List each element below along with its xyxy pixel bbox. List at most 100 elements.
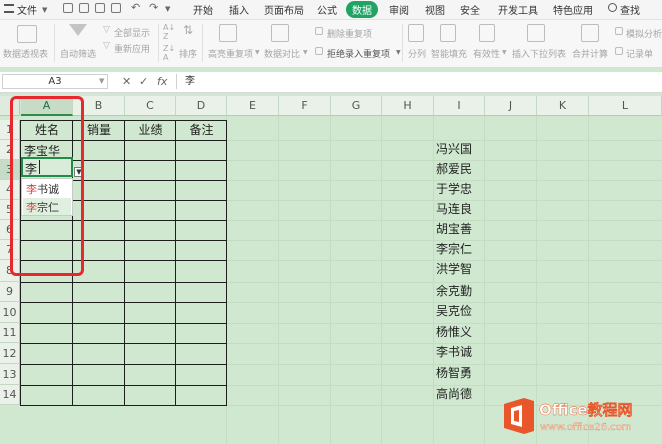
column-header-j[interactable]: J <box>485 96 537 116</box>
insert-dropdown-button[interactable]: 插入下拉列表 <box>512 47 566 60</box>
dropdown-arrow-icon[interactable]: ▼ <box>42 6 47 14</box>
dropdown-arrow-icon[interactable]: ▼ <box>502 49 507 56</box>
name-list-item[interactable]: 于学忠 <box>436 180 472 197</box>
row-header-14[interactable]: 14 <box>0 385 20 405</box>
cancel-icon[interactable]: ✕ <box>122 75 131 88</box>
tab-data[interactable]: 数据 <box>346 1 378 18</box>
export-pdf-icon[interactable] <box>79 3 89 13</box>
whatif-button[interactable]: 模拟分析 <box>626 27 662 40</box>
validity-button[interactable]: 有效性 <box>473 47 500 60</box>
gridline <box>278 116 279 444</box>
name-list-item[interactable]: 余克勤 <box>436 282 472 299</box>
tab-review[interactable]: 审阅 <box>389 2 409 17</box>
header-notes[interactable]: 备注 <box>176 121 227 138</box>
split-column-button[interactable]: 分列 <box>408 47 426 60</box>
print-preview-icon[interactable] <box>111 3 121 13</box>
reapply-icon: ▽ <box>103 41 110 51</box>
row-header-12[interactable]: 12 <box>0 343 20 364</box>
tab-insert[interactable]: 插入 <box>229 2 249 17</box>
column-header-k[interactable]: K <box>537 96 589 116</box>
consolidate-icon <box>581 24 599 42</box>
data-compare-icon <box>271 24 289 42</box>
tab-developer[interactable]: 开发工具 <box>498 2 538 17</box>
filter-icon <box>69 24 87 36</box>
row-header-13[interactable]: 13 <box>0 364 20 385</box>
pivot-table-button[interactable]: 数据透视表 <box>3 47 48 60</box>
name-list-item[interactable]: 胡宝善 <box>436 220 472 237</box>
separator <box>54 24 55 62</box>
show-all-button[interactable]: 全部显示 <box>114 26 150 39</box>
table-border <box>20 405 227 406</box>
consolidate-button[interactable]: 合并计算 <box>572 47 608 60</box>
dropdown-arrow-icon[interactable]: ▼ <box>255 49 260 56</box>
tab-view[interactable]: 视图 <box>425 2 445 17</box>
tab-formulas[interactable]: 公式 <box>317 2 337 17</box>
reject-duplicates-button[interactable]: 拒绝录入重复项 <box>327 47 390 60</box>
name-list-item[interactable]: 吴克俭 <box>436 302 472 319</box>
office-logo-watermark: Office教程网 www.office26.com <box>504 398 633 434</box>
name-list-item[interactable]: 洪学智 <box>436 260 472 277</box>
tab-page-layout[interactable]: 页面布局 <box>264 2 304 17</box>
sort-button[interactable]: 排序 <box>179 47 197 60</box>
undo-icon[interactable]: ↶ <box>131 1 140 14</box>
name-list-item[interactable]: 郝爱民 <box>436 160 472 177</box>
namebox-dropdown-icon[interactable]: ▼ <box>99 77 104 85</box>
whatif-icon <box>615 27 623 35</box>
confirm-icon[interactable]: ✓ <box>139 75 148 88</box>
column-header-i[interactable]: I <box>434 96 485 116</box>
sort-icon: ⇅ <box>183 23 194 37</box>
record-form-button[interactable]: 记录单 <box>626 47 653 60</box>
name-list-item[interactable]: 高尚德 <box>436 385 472 402</box>
data-compare-button[interactable]: 数据对比 <box>264 47 300 60</box>
file-menu[interactable]: 文件 <box>17 2 37 17</box>
table-border <box>20 323 227 324</box>
customize-arrow-icon[interactable]: ▼ <box>165 5 170 13</box>
menu-bar: 文件 ▼ ↶ ↷ ▼ 开始 插入 页面布局 公式 数据 审阅 视图 安全 开发工… <box>0 0 662 20</box>
sort-descending-icon[interactable]: Z↓ A <box>163 44 175 62</box>
tab-home[interactable]: 开始 <box>193 2 213 17</box>
name-list-item[interactable]: 李书诚 <box>436 343 472 360</box>
autofilter-button[interactable]: 自动筛选 <box>60 47 96 60</box>
validity-icon <box>479 24 495 42</box>
dropdown-arrow-icon[interactable]: ▼ <box>396 49 401 56</box>
column-header-e[interactable]: E <box>227 96 279 116</box>
name-list-item[interactable]: 李宗仁 <box>436 240 472 257</box>
search-icon[interactable] <box>608 3 617 12</box>
spreadsheet-grid: ABCDEFGHIJKL 1 2 3 4 5 6 7 8 9 10 11 12 13 14 <box>0 96 662 444</box>
gridline <box>330 116 331 444</box>
name-box[interactable]: A3 <box>2 74 108 89</box>
column-header-c[interactable]: C <box>125 96 176 116</box>
name-list-item[interactable]: 杨惟义 <box>436 323 472 340</box>
column-header-h[interactable]: H <box>382 96 434 116</box>
row-header-10[interactable]: 10 <box>0 302 20 323</box>
dropdown-arrow-icon[interactable]: ▼ <box>303 49 308 56</box>
redo-icon[interactable]: ↷ <box>149 1 158 14</box>
table-border <box>20 343 227 344</box>
name-list-item[interactable]: 杨智勇 <box>436 364 472 381</box>
column-header-l[interactable]: L <box>589 96 662 116</box>
tab-special[interactable]: 特色应用 <box>553 2 593 17</box>
highlight-duplicates-button[interactable]: 高亮重复项 <box>208 47 253 60</box>
watermark-url: www.office26.com <box>540 422 632 433</box>
highlight-duplicates-icon <box>219 24 237 42</box>
header-performance[interactable]: 业绩 <box>125 121 176 138</box>
search-button[interactable]: 查找 <box>620 2 640 17</box>
row-header-9[interactable]: 9 <box>0 282 20 302</box>
save-icon[interactable] <box>63 3 73 13</box>
sort-ascending-icon[interactable]: A↓ Z <box>163 23 175 41</box>
name-list-item[interactable]: 马连良 <box>436 200 472 217</box>
insert-function-button[interactable]: fx <box>157 75 167 88</box>
reject-duplicates-icon <box>315 47 323 55</box>
formula-input[interactable]: 李 <box>176 74 660 89</box>
menu-icon[interactable] <box>4 4 14 13</box>
reapply-button[interactable]: 重新应用 <box>114 42 150 55</box>
name-list-item[interactable]: 冯兴国 <box>436 140 472 157</box>
column-header-d[interactable]: D <box>176 96 227 116</box>
print-icon[interactable] <box>95 3 105 13</box>
column-header-f[interactable]: F <box>279 96 331 116</box>
row-header-11[interactable]: 11 <box>0 323 20 343</box>
tab-security[interactable]: 安全 <box>460 2 480 17</box>
smart-fill-button[interactable]: 智能填充 <box>431 47 467 60</box>
remove-duplicates-button[interactable]: 删除重复项 <box>327 27 372 40</box>
column-header-g[interactable]: G <box>331 96 382 116</box>
